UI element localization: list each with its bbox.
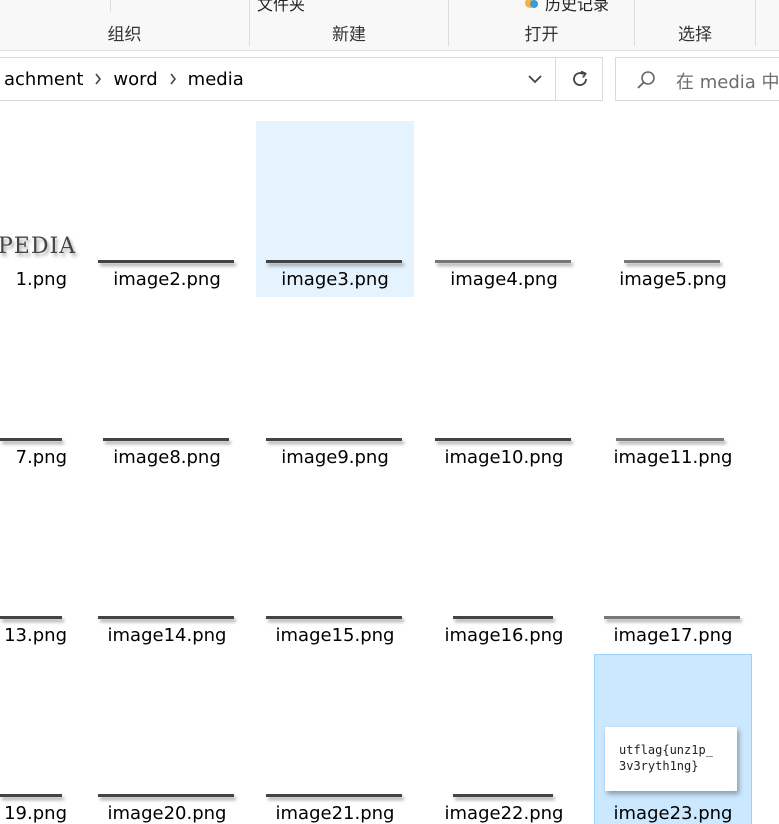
ribbon: 文件夹 历史记录 组织 新建 打开 选择 [0, 0, 779, 51]
file-item[interactable]: image17.png [594, 477, 752, 653]
file-item[interactable]: image10.png [425, 299, 583, 475]
file-item[interactable]: 19.png [0, 655, 88, 824]
ribbon-group-label: 选择 [678, 25, 712, 45]
search-input[interactable]: 在 media 中搜 [676, 68, 779, 94]
thumbnail-image [453, 616, 553, 619]
breadcrumb-item-media[interactable]: media [184, 69, 248, 90]
file-item[interactable]: image20.png [88, 655, 246, 824]
file-item[interactable]: 7.png [0, 299, 88, 475]
thumbnail-image [266, 260, 402, 263]
file-item[interactable]: image16.png [425, 477, 583, 653]
file-item[interactable]: image11.png [594, 299, 752, 475]
ribbon-group-select: 选择 [635, 0, 755, 50]
thumbnail-image [266, 438, 402, 441]
file-item[interactable]: utflag{unz1p_ 3v3ryth1ng} image23.png [594, 654, 752, 824]
ribbon-group-label: 打开 [524, 25, 559, 45]
thumbnail-text: utflag{unz1p_ 3v3ryth1ng} [619, 743, 713, 773]
file-item[interactable]: image9.png [256, 299, 414, 475]
ribbon-group-label: 新建 [332, 25, 366, 45]
thumbnail-image [604, 616, 740, 619]
thumbnail-image [103, 438, 229, 441]
thumbnail-image [98, 260, 234, 263]
file-name: image23.png [613, 803, 733, 824]
chevron-right-icon[interactable] [162, 58, 184, 100]
thumbnail-image [266, 794, 402, 797]
file-name: image15.png [275, 625, 395, 646]
file-item[interactable]: image14.png [88, 477, 246, 653]
ribbon-group-new: 新建 [250, 0, 448, 50]
breadcrumb-item-word[interactable]: word [109, 69, 161, 90]
breadcrumb-item-attachment[interactable]: achment [0, 69, 87, 90]
thumbnail-image [616, 438, 724, 441]
ribbon-group-label: 组织 [107, 25, 142, 45]
ribbon-group-open: 打开 [449, 0, 634, 50]
file-item[interactable]: image8.png [88, 299, 246, 475]
file-name: image20.png [107, 803, 227, 824]
ribbon-group-organize: 组织 [0, 0, 249, 50]
file-name: image14.png [107, 625, 227, 646]
thumbnail-image [0, 794, 62, 797]
file-name: 13.png [4, 625, 67, 646]
search-box[interactable]: 在 media 中搜 [615, 57, 779, 101]
file-item[interactable]: image5.png [594, 121, 752, 297]
thumbnail-image [435, 438, 571, 441]
file-item[interactable]: 13.png [0, 477, 88, 653]
thumbnail-image [0, 616, 62, 619]
refresh-icon [572, 70, 587, 86]
file-name: image22.png [444, 803, 564, 824]
file-name: image10.png [444, 447, 564, 468]
file-item[interactable]: image21.png [256, 655, 414, 824]
address-history-dropdown[interactable] [514, 58, 556, 100]
file-item[interactable]: image4.png [425, 121, 583, 297]
file-name: image21.png [275, 803, 395, 824]
file-name: image2.png [113, 269, 221, 290]
file-name: image17.png [613, 625, 733, 646]
file-item[interactable]: image3.png [256, 121, 414, 297]
file-item[interactable]: image2.png [88, 121, 246, 297]
address-bar[interactable]: achment word media [0, 57, 603, 101]
refresh-button[interactable] [557, 58, 602, 100]
file-name: image9.png [281, 447, 389, 468]
search-icon [636, 70, 656, 94]
file-name: image4.png [450, 269, 558, 290]
file-name: image11.png [613, 447, 733, 468]
file-item[interactable]: image15.png [256, 477, 414, 653]
breadcrumb: achment word media [0, 58, 248, 100]
thumbnail-image [266, 616, 402, 619]
thumbnail-image [98, 616, 234, 619]
thumbnail-image [98, 794, 234, 797]
thumbnail-image [624, 260, 720, 263]
chevron-down-icon [527, 74, 542, 83]
file-name: 19.png [4, 803, 67, 824]
file-item[interactable]: image22.png [425, 655, 583, 824]
file-list[interactable]: PEDIA 1.png image2.png image3.png image4.png… [0, 103, 779, 824]
thumbnail-image: utflag{unz1p_ 3v3ryth1ng} [605, 727, 737, 791]
file-name: image5.png [619, 269, 727, 290]
chevron-right-icon[interactable] [87, 58, 109, 100]
thumbnail-image [453, 794, 553, 797]
thumbnail-image [435, 260, 571, 263]
thumbnail-image [0, 438, 62, 441]
file-name: 1.png [15, 269, 67, 290]
file-name: 7.png [15, 447, 67, 468]
file-item[interactable]: PEDIA 1.png [0, 121, 88, 297]
file-name: image3.png [281, 269, 389, 290]
file-name: image16.png [444, 625, 564, 646]
file-name: image8.png [113, 447, 221, 468]
thumbnail-logo: PEDIA [0, 234, 77, 259]
